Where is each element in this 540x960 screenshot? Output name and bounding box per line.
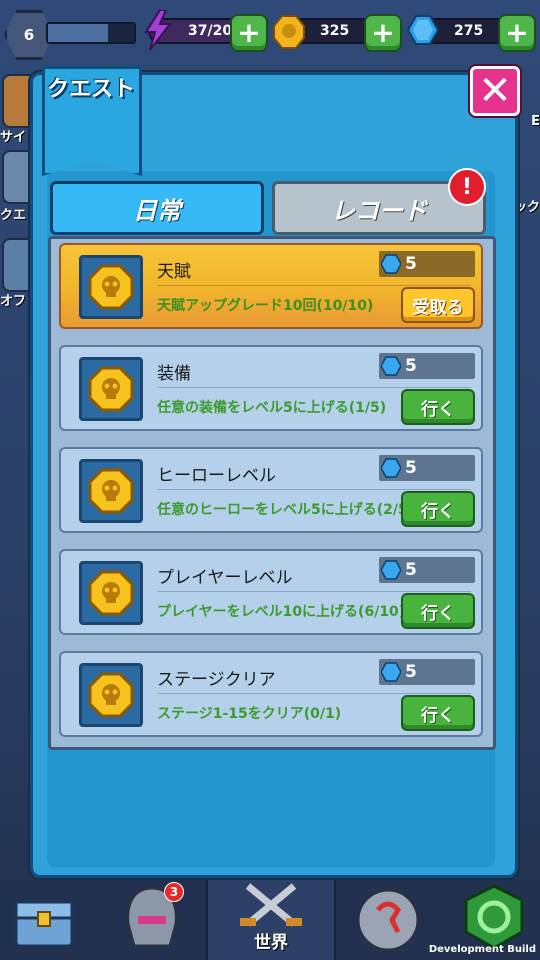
close-icon: ✕ [478, 68, 512, 114]
energy-icon [144, 10, 173, 50]
quest-reward: 5 [379, 455, 475, 481]
quest-skull-coin-icon [79, 255, 143, 319]
top-bar: 6 37/20 + 325 + 275 + [0, 0, 540, 64]
nav-world-label: 世界 [254, 933, 288, 953]
gem-icon [381, 254, 401, 274]
quest-item-talent: 天賦 5 天賦アップグレード10回(10/10) 受取る [59, 243, 483, 329]
quest-description: 任意のヒーローをレベル5に上げる(2/5) [157, 502, 415, 518]
quest-title: ステージクリア [157, 670, 276, 690]
side-label-2: クエ [0, 208, 27, 223]
gem-icon [381, 458, 401, 478]
nav-world[interactable]: 世界 [206, 880, 336, 960]
go-button[interactable]: 行く [401, 491, 475, 527]
side-label-3: オフ [0, 294, 27, 309]
nav-heroes[interactable] [112, 880, 212, 960]
reward-amount: 5 [405, 560, 417, 580]
rune-stone-icon [356, 888, 420, 952]
divider [157, 387, 471, 388]
quest-description: プレイヤーをレベル10に上げる(6/10) [157, 604, 406, 620]
quest-item-hero-level: ヒーローレベル 5 任意のヒーローをレベル5に上げる(2/5) 行く [59, 447, 483, 533]
quest-skull-coin-icon [79, 459, 143, 523]
quest-reward: 5 [379, 659, 475, 685]
quest-reward: 5 [379, 557, 475, 583]
quest-skull-coin-icon [79, 357, 143, 421]
reward-amount: 5 [405, 458, 417, 478]
go-button[interactable]: 行く [401, 389, 475, 425]
dialog-title: クエスト [46, 77, 135, 102]
quest-list[interactable]: 天賦 5 天賦アップグレード10回(10/10) 受取る 装備 5 任意の装備を… [48, 236, 496, 750]
add-gold-button[interactable]: + [364, 14, 402, 52]
quest-description: 天賦アップグレード10回(10/10) [157, 298, 374, 314]
side-label-1: サイ [0, 130, 27, 145]
quest-skull-coin-icon [79, 663, 143, 727]
quest-item-player-level: プレイヤーレベル 5 プレイヤーをレベル10に上げる(6/10) 行く [59, 549, 483, 635]
crossed-swords-icon [240, 883, 302, 927]
quest-title: 装備 [157, 364, 191, 384]
divider [157, 591, 471, 592]
add-energy-button[interactable]: + [230, 14, 268, 52]
go-button[interactable]: 行く [401, 593, 475, 629]
nav-chest[interactable] [4, 880, 104, 960]
quest-item-equipment: 装備 5 任意の装備をレベル5に上げる(1/5) 行く [59, 345, 483, 431]
development-build-label: Development Build [428, 944, 536, 955]
gem-icon [381, 356, 401, 376]
quest-description: 任意の装備をレベル5に上げる(1/5) [157, 400, 387, 416]
gem-icon [381, 560, 401, 580]
reward-amount: 5 [405, 254, 417, 274]
quest-skull-coin-icon [79, 561, 143, 625]
gem-icon [406, 15, 440, 45]
gold-coin-icon [273, 15, 305, 49]
claim-button[interactable]: 受取る [401, 287, 475, 323]
quest-reward: 5 [379, 353, 475, 379]
hero-notification-badge: 3 [164, 882, 184, 902]
alert-icon: ! [448, 168, 486, 206]
tab-daily[interactable]: 日常 [50, 181, 264, 235]
quest-title: 天賦 [157, 262, 191, 282]
quest-title: ヒーローレベル [157, 466, 276, 486]
quest-reward: 5 [379, 251, 475, 277]
xp-bar [46, 22, 136, 44]
gem-icon [381, 662, 401, 682]
reward-amount: 5 [405, 662, 417, 682]
treasure-chest-icon [14, 900, 74, 948]
quest-description: ステージ1-15をクリア(0/1) [157, 706, 342, 722]
close-button[interactable]: ✕ [470, 66, 520, 116]
quest-title: プレイヤーレベル [157, 568, 293, 588]
reward-amount: 5 [405, 356, 417, 376]
side-label-right-1: E [531, 114, 540, 129]
go-button[interactable]: 行く [401, 695, 475, 731]
divider [157, 285, 471, 286]
divider [157, 489, 471, 490]
divider [157, 693, 471, 694]
quest-item-stage-clear: ステージクリア 5 ステージ1-15をクリア(0/1) 行く [59, 651, 483, 737]
add-gem-button[interactable]: + [498, 14, 536, 52]
